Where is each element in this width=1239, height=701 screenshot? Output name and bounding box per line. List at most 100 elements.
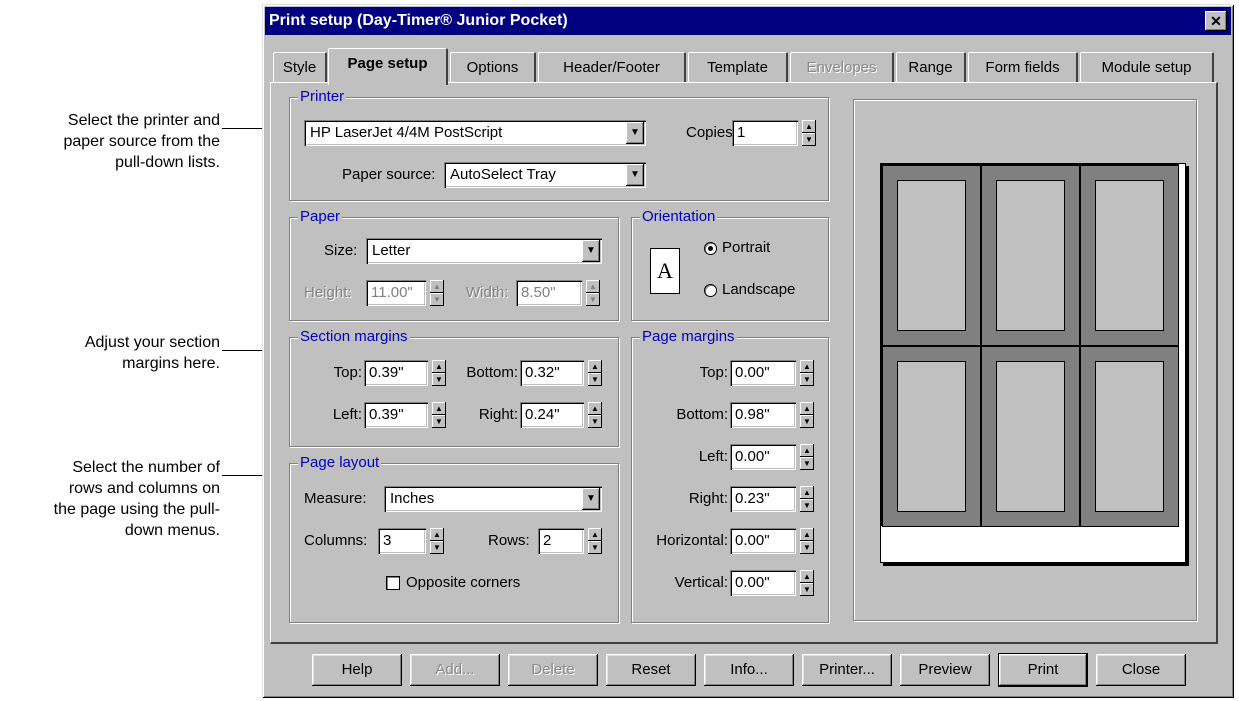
spin-up-icon[interactable]: ▲ <box>800 570 814 583</box>
opposite-corners-label[interactable]: Opposite corners <box>406 570 520 596</box>
info-button[interactable]: Info... <box>704 654 794 686</box>
landscape-label[interactable]: Landscape <box>722 277 795 303</box>
section-top-field[interactable]: 0.39" <box>364 360 428 386</box>
measure-dropdown[interactable]: Inches ▼ <box>384 486 602 512</box>
chevron-down-icon[interactable]: ▼ <box>626 122 644 144</box>
spin-down-icon[interactable]: ▼ <box>800 499 814 512</box>
width-stepper[interactable]: ▲ ▼ <box>586 280 600 306</box>
landscape-radio[interactable] <box>704 284 717 297</box>
spin-down-icon[interactable]: ▼ <box>802 133 816 146</box>
spin-up-icon[interactable]: ▲ <box>588 402 602 415</box>
add-button[interactable]: Add... <box>410 654 500 686</box>
page-right-field[interactable]: 0.23" <box>730 486 796 512</box>
spin-down-icon[interactable]: ▼ <box>586 293 600 306</box>
close-icon[interactable]: ✕ <box>1205 11 1227 31</box>
tab-label: Range <box>908 59 953 76</box>
section-top-stepper[interactable]: ▲ ▼ <box>432 360 446 386</box>
portrait-radio[interactable] <box>704 242 717 255</box>
print-button[interactable]: Print <box>998 653 1088 687</box>
tab-page-setup[interactable]: Page setup <box>328 48 448 85</box>
tab-envelopes[interactable]: Envelopes <box>790 52 894 82</box>
chevron-down-icon[interactable]: ▼ <box>582 240 600 262</box>
page-left-stepper[interactable]: ▲ ▼ <box>800 444 814 470</box>
spin-down-icon[interactable]: ▼ <box>800 415 814 428</box>
columns-field[interactable]: 3 <box>378 528 426 554</box>
close-button[interactable]: Close <box>1096 654 1186 686</box>
spin-down-icon[interactable]: ▼ <box>800 457 814 470</box>
chevron-down-icon[interactable]: ▼ <box>582 488 600 510</box>
page-top-field[interactable]: 0.00" <box>730 360 796 386</box>
reset-button[interactable]: Reset <box>606 654 696 686</box>
tab-style[interactable]: Style <box>273 52 327 82</box>
help-button[interactable]: Help <box>312 654 402 686</box>
printer-dropdown[interactable]: HP LaserJet 4/4M PostScript ▼ <box>304 120 646 146</box>
paper-size-value: Letter <box>372 242 411 259</box>
paper-source-dropdown[interactable]: AutoSelect Tray ▼ <box>444 162 646 188</box>
rows-field[interactable]: 2 <box>538 528 584 554</box>
spin-up-icon[interactable]: ▲ <box>802 120 816 133</box>
spin-up-icon[interactable]: ▲ <box>800 402 814 415</box>
spin-down-icon[interactable]: ▼ <box>432 373 446 386</box>
tab-header-footer[interactable]: Header/Footer <box>538 52 686 82</box>
spin-down-icon[interactable]: ▼ <box>588 373 602 386</box>
spin-down-icon[interactable]: ▼ <box>432 415 446 428</box>
width-field[interactable]: 8.50" <box>516 280 582 306</box>
spin-up-icon[interactable]: ▲ <box>588 360 602 373</box>
columns-stepper[interactable]: ▲ ▼ <box>430 528 444 554</box>
page-top-stepper[interactable]: ▲ ▼ <box>800 360 814 386</box>
rows-stepper[interactable]: ▲ ▼ <box>588 528 602 554</box>
spin-up-icon[interactable]: ▲ <box>800 528 814 541</box>
page-right-stepper[interactable]: ▲ ▼ <box>800 486 814 512</box>
paper-size-dropdown[interactable]: Letter ▼ <box>366 238 602 264</box>
spin-up-icon[interactable]: ▲ <box>800 360 814 373</box>
page-left-field[interactable]: 0.00" <box>730 444 796 470</box>
page-vertical-field[interactable]: 0.00" <box>730 570 796 596</box>
opposite-corners-checkbox[interactable] <box>386 576 400 590</box>
page-horizontal-field[interactable]: 0.00" <box>730 528 796 554</box>
section-right-field[interactable]: 0.24" <box>520 402 584 428</box>
preview-section <box>882 165 981 346</box>
page-vertical-stepper[interactable]: ▲ ▼ <box>800 570 814 596</box>
section-right-stepper[interactable]: ▲ ▼ <box>588 402 602 428</box>
spin-down-icon[interactable]: ▼ <box>430 293 444 306</box>
tab-options[interactable]: Options <box>450 52 536 82</box>
section-left-stepper[interactable]: ▲ ▼ <box>432 402 446 428</box>
spin-up-icon[interactable]: ▲ <box>430 528 444 541</box>
spin-down-icon[interactable]: ▼ <box>800 583 814 596</box>
page-horizontal-stepper[interactable]: ▲ ▼ <box>800 528 814 554</box>
spin-up-icon[interactable]: ▲ <box>432 402 446 415</box>
height-field[interactable]: 11.00" <box>366 280 426 306</box>
rows-label: Rows: <box>488 532 530 549</box>
height-stepper[interactable]: ▲ ▼ <box>430 280 444 306</box>
spin-down-icon[interactable]: ▼ <box>588 541 602 554</box>
portrait-label[interactable]: Portrait <box>722 235 770 261</box>
tab-module-setup[interactable]: Module setup <box>1080 52 1214 82</box>
preview-button[interactable]: Preview <box>900 654 990 686</box>
copies-field[interactable]: 1 <box>732 120 798 146</box>
spin-up-icon[interactable]: ▲ <box>432 360 446 373</box>
page-right-label: Right: <box>688 490 728 507</box>
spin-down-icon[interactable]: ▼ <box>588 415 602 428</box>
copies-stepper[interactable]: ▲ ▼ <box>802 120 816 146</box>
group-label: Orientation <box>640 208 718 226</box>
section-bottom-stepper[interactable]: ▲ ▼ <box>588 360 602 386</box>
tab-template[interactable]: Template <box>688 52 788 82</box>
spin-down-icon[interactable]: ▼ <box>800 541 814 554</box>
spin-down-icon[interactable]: ▼ <box>800 373 814 386</box>
printer-button[interactable]: Printer... <box>802 654 892 686</box>
page-bottom-field[interactable]: 0.98" <box>730 402 796 428</box>
spin-up-icon[interactable]: ▲ <box>588 528 602 541</box>
section-bottom-field[interactable]: 0.32" <box>520 360 584 386</box>
spin-up-icon[interactable]: ▲ <box>430 280 444 293</box>
title-bar[interactable]: Print setup (Day-Timer® Junior Pocket) ✕ <box>265 7 1231 35</box>
spin-up-icon[interactable]: ▲ <box>800 486 814 499</box>
tab-form-fields[interactable]: Form fields <box>968 52 1078 82</box>
chevron-down-icon[interactable]: ▼ <box>626 164 644 186</box>
spin-down-icon[interactable]: ▼ <box>430 541 444 554</box>
section-left-field[interactable]: 0.39" <box>364 402 428 428</box>
spin-up-icon[interactable]: ▲ <box>800 444 814 457</box>
spin-up-icon[interactable]: ▲ <box>586 280 600 293</box>
page-bottom-stepper[interactable]: ▲ ▼ <box>800 402 814 428</box>
delete-button[interactable]: Delete <box>508 654 598 686</box>
tab-range[interactable]: Range <box>896 52 966 82</box>
